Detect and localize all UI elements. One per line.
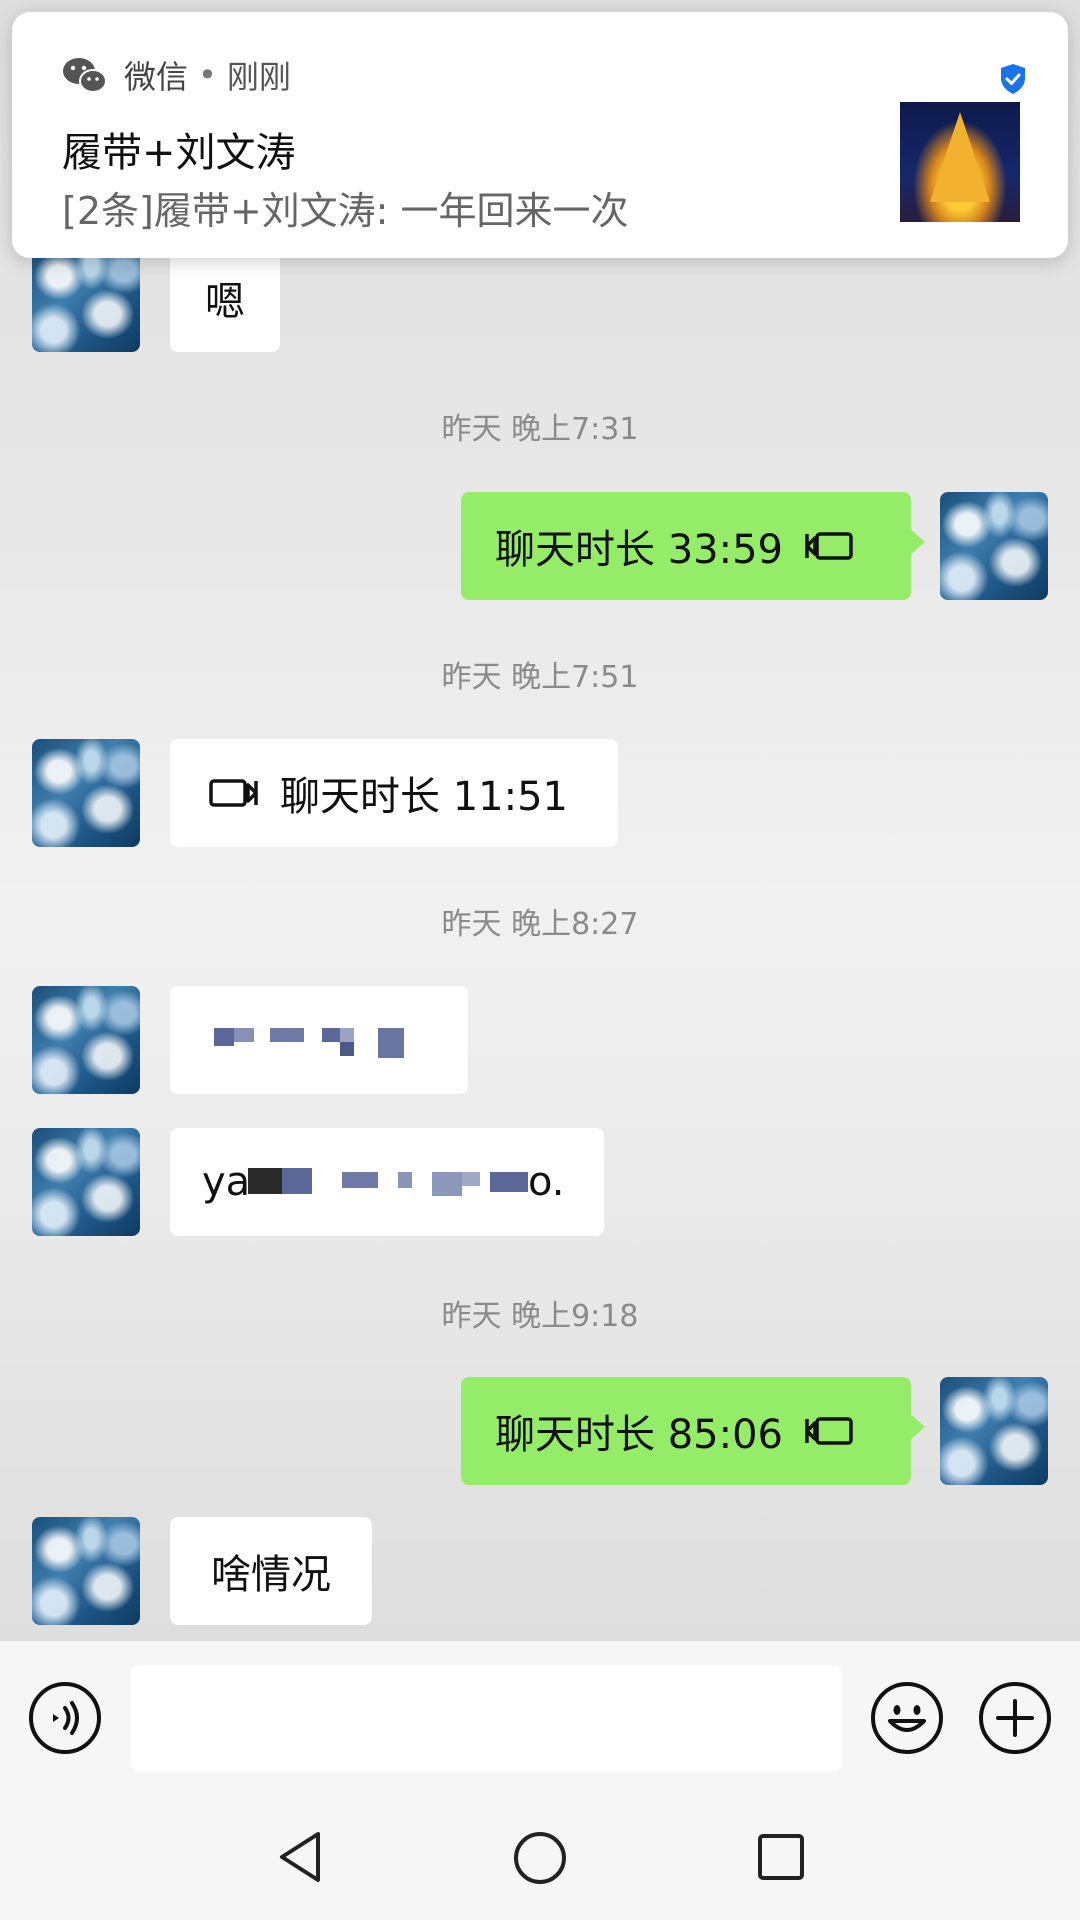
redaction-block — [378, 1028, 404, 1058]
redaction-block — [340, 1028, 354, 1042]
message-text: 嗯 — [205, 279, 245, 325]
message-text: 聊天时长 11:51 — [280, 774, 568, 820]
emoji-icon[interactable] — [870, 1681, 944, 1755]
wechat-icon — [63, 58, 107, 93]
message-text: 聊天时长 85:06 — [495, 1412, 783, 1458]
app-name: 微信 — [124, 58, 189, 96]
plus-icon[interactable] — [978, 1681, 1052, 1755]
message-bubble-redacted[interactable]: ya o. — [170, 1128, 604, 1236]
message-bubble-sent[interactable]: 聊天时长 85:06 — [461, 1377, 925, 1485]
contact-avatar[interactable] — [32, 1517, 140, 1625]
voice-icon[interactable] — [28, 1681, 102, 1755]
redaction-block — [462, 1172, 480, 1186]
message-bubble-received[interactable]: 啥情况 — [170, 1517, 372, 1625]
redaction-block — [282, 1168, 312, 1194]
timestamp: 昨天 晚上8:27 — [441, 907, 639, 942]
message-bubble-sent[interactable]: 聊天时长 33:59 — [461, 492, 925, 600]
redaction-block — [342, 1172, 378, 1188]
redaction-block — [340, 1042, 354, 1056]
my-avatar[interactable] — [940, 492, 1048, 600]
message-bubble-received[interactable]: 聊天时长 11:51 — [170, 739, 618, 847]
redaction-block — [234, 1028, 254, 1042]
message-bubble-redacted[interactable] — [170, 986, 468, 1094]
contact-avatar[interactable] — [32, 244, 140, 352]
my-avatar[interactable] — [940, 1377, 1048, 1485]
separator: • — [198, 56, 217, 94]
video-call-icon — [209, 779, 258, 807]
timestamp: 昨天 晚上9:18 — [441, 1299, 639, 1334]
message-text-suffix: o. — [528, 1159, 565, 1205]
notification-thumbnail — [900, 102, 1020, 222]
message-input[interactable] — [130, 1665, 842, 1771]
redaction-block — [214, 1028, 234, 1046]
message-bubble-received[interactable]: 嗯 — [170, 244, 280, 352]
notification-title: 履带+刘文涛 — [62, 130, 296, 176]
message-text-prefix: ya — [202, 1159, 251, 1205]
contact-avatar[interactable] — [32, 739, 140, 847]
message-text: 聊天时长 33:59 — [495, 527, 783, 573]
notification-banner[interactable]: 微信 • 刚刚 履带+刘文涛 [2条]履带+刘文涛: 一年回来一次 — [12, 12, 1068, 258]
verified-shield-icon — [1001, 64, 1025, 94]
redaction-block — [432, 1172, 462, 1196]
contact-avatar[interactable] — [32, 1128, 140, 1236]
redaction-block — [398, 1172, 412, 1188]
timestamp: 昨天 晚上7:51 — [441, 660, 639, 695]
notification-header: 微信 • 刚刚 — [62, 52, 291, 98]
video-call-icon — [805, 532, 853, 560]
input-bar — [0, 1640, 1080, 1799]
notification-time: 刚刚 — [226, 58, 291, 96]
thumbnail-image — [930, 112, 990, 202]
nav-recents-icon[interactable] — [756, 1832, 806, 1882]
message-text: 啥情况 — [211, 1552, 331, 1598]
redaction-block — [490, 1172, 528, 1192]
timestamp: 昨天 晚上7:31 — [441, 412, 639, 447]
redaction-block — [270, 1028, 304, 1042]
nav-home-icon[interactable] — [512, 1830, 568, 1886]
redaction-block — [322, 1028, 340, 1042]
contact-avatar[interactable] — [32, 986, 140, 1094]
video-call-icon — [805, 1417, 853, 1445]
system-navigation-bar — [0, 1798, 1080, 1920]
nav-back-icon[interactable] — [276, 1830, 324, 1884]
notification-body: [2条]履带+刘文涛: 一年回来一次 — [62, 189, 629, 233]
